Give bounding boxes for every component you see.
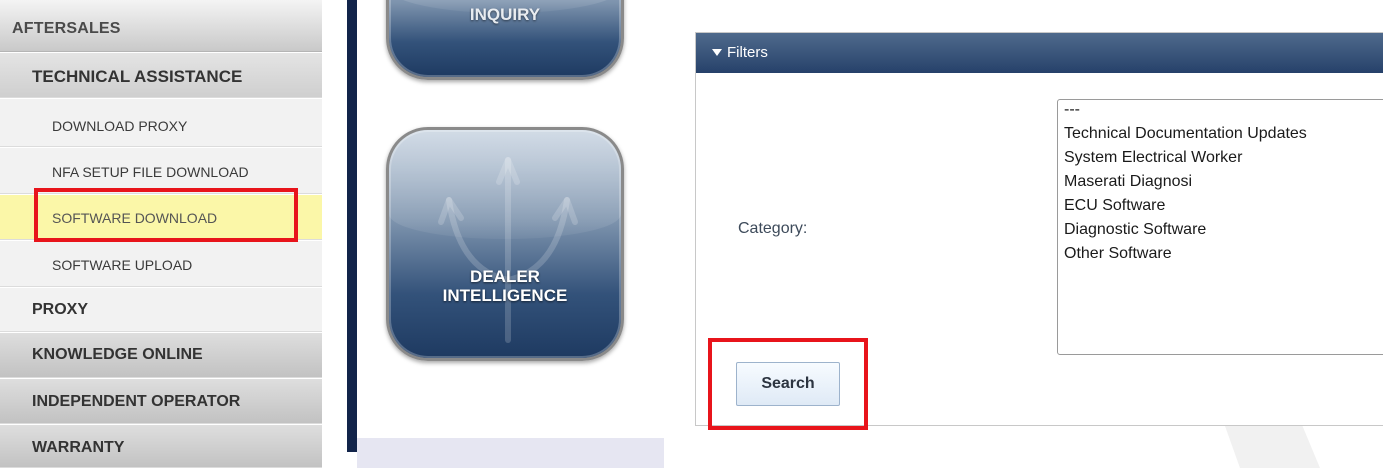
category-option[interactable]: --- <box>1064 101 1080 119</box>
sidebar-item-proxy[interactable]: PROXY <box>0 288 322 332</box>
sidebar-item-label: SOFTWARE UPLOAD <box>52 257 193 273</box>
category-option[interactable]: Diagnostic Software <box>1064 221 1206 239</box>
tile-gloss <box>389 130 621 240</box>
middle-footer-strip <box>357 438 664 468</box>
sidebar-item-label: INDEPENDENT OPERATOR <box>32 393 241 410</box>
sidebar-item-label: TECHNICAL ASSISTANCE <box>32 67 243 86</box>
category-listbox[interactable]: --- Technical Documentation Updates Syst… <box>1057 99 1383 355</box>
annotation-highlight-box <box>34 188 298 242</box>
sidebar-item-technical-assistance[interactable]: TECHNICAL ASSISTANCE <box>0 53 322 98</box>
sidebar-item-independent-operator[interactable]: INDEPENDENT OPERATOR <box>0 379 322 424</box>
sidebar-item-label: DOWNLOAD PROXY <box>52 118 188 134</box>
dealer-tile-label-line1: DEALER <box>470 267 540 286</box>
filters-panel-header[interactable]: Filters <box>696 33 1383 73</box>
dealer-tile-label-line2: INTELLIGENCE <box>442 286 568 305</box>
divider-rail <box>347 0 357 452</box>
collapse-arrow-icon[interactable] <box>712 49 722 56</box>
annotation-highlight-box <box>708 338 868 430</box>
sidebar-item-software-upload[interactable]: SOFTWARE UPLOAD <box>0 241 322 287</box>
sidebar-section-aftersales[interactable]: AFTERSALES <box>0 0 322 52</box>
sidebar-item-label: KNOWLEDGE ONLINE <box>32 346 203 363</box>
inquiry-tile-label: INQUIRY <box>469 5 541 24</box>
category-option[interactable]: Maserati Diagnosi <box>1064 173 1192 191</box>
sidebar-section-label: AFTERSALES <box>12 20 121 37</box>
dealer-intelligence-app-tile[interactable]: DEALER INTELLIGENCE <box>386 127 624 361</box>
sidebar-item-download-proxy[interactable]: DOWNLOAD PROXY <box>0 99 322 147</box>
category-option[interactable]: System Electrical Worker <box>1064 149 1242 167</box>
sidebar-item-label: NFA SETUP FILE DOWNLOAD <box>52 164 249 180</box>
inquiry-app-tile[interactable]: INQUIRY <box>386 0 624 80</box>
category-label: Category: <box>738 220 808 237</box>
category-option[interactable]: Technical Documentation Updates <box>1064 125 1307 143</box>
category-option[interactable]: Other Software <box>1064 245 1172 263</box>
category-option[interactable]: ECU Software <box>1064 197 1165 215</box>
sidebar-item-label: PROXY <box>32 301 89 318</box>
sidebar-item-warranty[interactable]: WARRANTY <box>0 425 322 468</box>
sidebar-item-knowledge-online[interactable]: KNOWLEDGE ONLINE <box>0 333 322 378</box>
filters-title: Filters <box>727 44 768 61</box>
sidebar-item-label: WARRANTY <box>32 439 125 456</box>
